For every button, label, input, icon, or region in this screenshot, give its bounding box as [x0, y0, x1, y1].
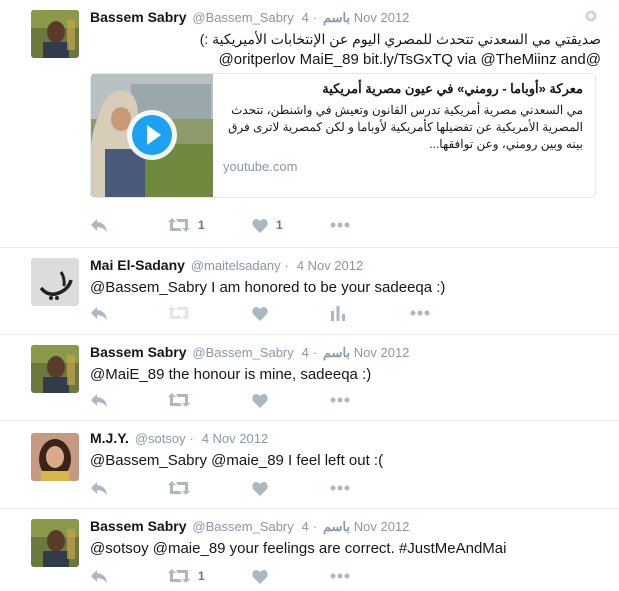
retweet-button[interactable]: [168, 390, 190, 410]
like-button[interactable]: [252, 303, 268, 323]
more-icon: [330, 573, 350, 579]
user-handle[interactable]: @Bassem_Sabry: [192, 10, 293, 25]
tweet-date[interactable]: 4 Nov 2012: [202, 431, 269, 446]
tweet-text: @Bassem_Sabry I am honored to be your sa…: [90, 279, 446, 296]
like-button[interactable]: [252, 566, 268, 586]
like-icon: [252, 306, 268, 321]
tweet: M.J.Y. @sotsoy · 4 Nov 2012 @Bassem_Sabr…: [0, 421, 619, 509]
more-icon: [330, 485, 350, 491]
tweet-actions: [90, 390, 390, 410]
retweet-icon: [168, 569, 190, 583]
reply-icon: [91, 482, 107, 495]
retweet-count: 1: [198, 218, 205, 232]
more-button[interactable]: [330, 566, 350, 586]
retweet-count: 1: [198, 569, 205, 583]
tweet-date[interactable]: 4 Nov 2012: [302, 10, 410, 25]
like-count: 1: [276, 218, 283, 232]
like-icon: [252, 218, 268, 233]
tweet-actions: [90, 478, 390, 498]
tweet-date[interactable]: 4 Nov 2012: [302, 519, 410, 534]
more-icon: [330, 222, 350, 228]
like-button[interactable]: [252, 390, 268, 410]
like-button[interactable]: [252, 478, 268, 498]
like-icon: [252, 393, 268, 408]
tweet-header: Mai El-Sadany @maitelsadany · 4 Nov 2012: [90, 257, 364, 273]
retweet-icon: [168, 481, 190, 495]
tweet: Bassem Sabry @Bassem_Sabry باسم · 4 Nov …: [0, 509, 619, 591]
user-arabic-name: باسم: [323, 345, 351, 360]
more-button[interactable]: [330, 390, 350, 410]
tweet-header: Bassem Sabry @Bassem_Sabry باسم · 4 Nov …: [90, 9, 410, 25]
reply-button[interactable]: [90, 303, 108, 323]
tweet-header: Bassem Sabry @Bassem_Sabry باسم · 4 Nov …: [90, 344, 410, 360]
card-domain[interactable]: youtube.com: [223, 159, 583, 174]
user-handle[interactable]: @maitelsadany: [191, 258, 281, 273]
user-name[interactable]: Bassem Sabry: [90, 9, 187, 25]
like-icon: [252, 569, 268, 584]
user-name[interactable]: M.J.Y.: [90, 430, 129, 446]
tweet-text: @MaiE_89 the honour is mine, sadeeqa :): [90, 366, 372, 383]
tweet-date[interactable]: 4 Nov 2012: [297, 258, 364, 273]
avatar[interactable]: [31, 10, 79, 58]
tweet-actions: 1 1: [90, 215, 390, 235]
more-button[interactable]: [330, 215, 350, 235]
analytics-button[interactable]: [330, 303, 346, 323]
user-name[interactable]: Bassem Sabry: [90, 518, 187, 534]
retweet-icon: [168, 218, 190, 232]
card-description: مي السعدني مصرية أمريكية تدرس القانون وت…: [228, 103, 583, 151]
retweet-button[interactable]: [168, 303, 190, 323]
play-icon[interactable]: [125, 108, 179, 162]
user-name[interactable]: Mai El-Sadany: [90, 257, 185, 273]
avatar[interactable]: [31, 519, 79, 567]
reply-button[interactable]: [90, 390, 108, 410]
video-thumbnail[interactable]: [91, 74, 213, 197]
media-card[interactable]: معركة «أوباما - رومني» في عيون مصرية أمر…: [90, 73, 596, 198]
retweet-icon: [168, 306, 190, 320]
retweet-button[interactable]: 1: [168, 566, 205, 586]
reply-icon: [91, 394, 107, 407]
tweet: Mai El-Sadany @maitelsadany · 4 Nov 2012…: [0, 248, 619, 335]
tweet-header: Bassem Sabry @Bassem_Sabry باسم · 4 Nov …: [90, 518, 410, 534]
avatar[interactable]: [31, 433, 79, 481]
tweet-header: M.J.Y. @sotsoy · 4 Nov 2012: [90, 430, 269, 446]
user-handle[interactable]: @sotsoy: [135, 431, 186, 446]
avatar[interactable]: [31, 345, 79, 393]
retweet-button[interactable]: 1: [168, 215, 205, 235]
user-handle[interactable]: @Bassem_Sabry: [192, 345, 293, 360]
tweet: Bassem Sabry @Bassem_Sabry باسم · 4 Nov …: [0, 0, 619, 248]
tweet-text: @Bassem_Sabry @maie_89 I feel left out :…: [90, 452, 384, 469]
tweet-actions: 1: [90, 566, 390, 586]
reply-icon: [91, 307, 107, 320]
reply-button[interactable]: [90, 478, 108, 498]
reply-icon: [91, 570, 107, 583]
like-icon: [252, 481, 268, 496]
reply-button[interactable]: [90, 215, 108, 235]
tweet: Bassem Sabry @Bassem_Sabry باسم · 4 Nov …: [0, 335, 619, 421]
tweet-text: صديقتي مي السعدني تتحدث للمصري اليوم عن …: [199, 31, 601, 47]
avatar[interactable]: [31, 258, 79, 306]
retweet-icon: [168, 393, 190, 407]
tweet-text-line2: @oritperlov MaiE_89 bit.ly/TsGxTQ via @T…: [218, 51, 601, 68]
user-name[interactable]: Bassem Sabry: [90, 344, 187, 360]
user-arabic-name: باسم: [323, 519, 351, 534]
card-title[interactable]: معركة «أوباما - رومني» في عيون مصرية أمر…: [223, 80, 583, 98]
user-handle[interactable]: @Bassem_Sabry: [192, 519, 293, 534]
more-button[interactable]: [410, 303, 430, 323]
reply-button[interactable]: [90, 566, 108, 586]
retweet-button[interactable]: [168, 478, 190, 498]
analytics-icon: [331, 306, 345, 321]
more-icon: [330, 397, 350, 403]
tweet-actions: [90, 303, 430, 323]
user-arabic-name: باسم: [323, 10, 351, 25]
reply-icon: [91, 219, 107, 232]
more-icon: [410, 310, 430, 316]
more-button[interactable]: [330, 478, 350, 498]
tweet-text: @sotsoy @maie_89 your feelings are corre…: [90, 540, 507, 557]
like-button[interactable]: 1: [252, 215, 283, 235]
tweet-date[interactable]: 4 Nov 2012: [302, 345, 410, 360]
